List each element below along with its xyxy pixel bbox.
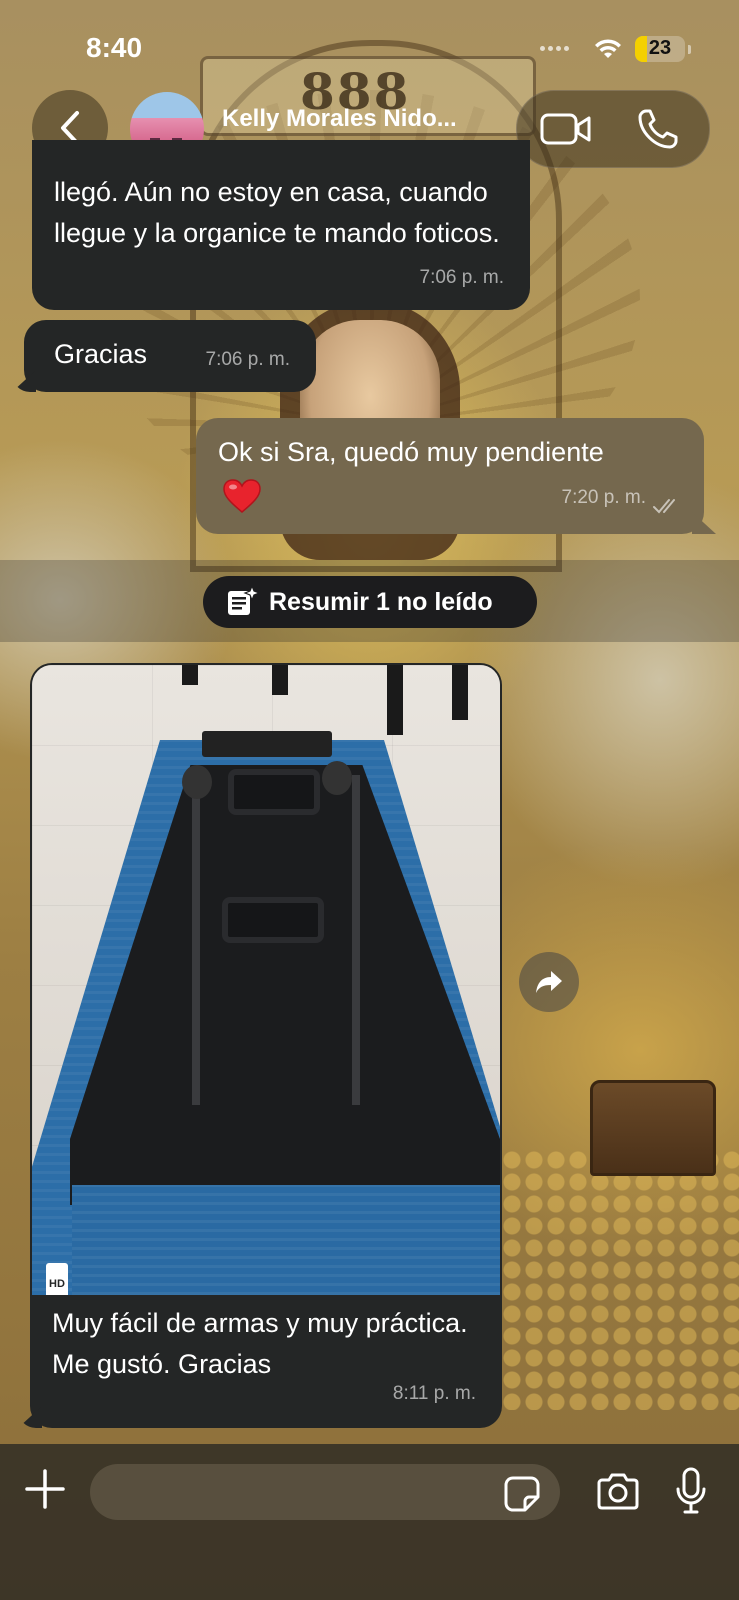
chat-screen: 888 8:40 23 Kelly Morales Nido... llegó.… xyxy=(0,0,739,1600)
status-bar: 8:40 23 xyxy=(0,0,739,88)
photo-chair-leg xyxy=(387,665,403,735)
forward-button[interactable] xyxy=(519,952,579,1012)
plus-icon xyxy=(25,1469,65,1509)
double-check-icon xyxy=(653,499,675,514)
photo-knob xyxy=(182,765,212,799)
photo-mat-front xyxy=(72,1185,500,1295)
sticker-icon xyxy=(504,1476,540,1512)
photo-chair-leg xyxy=(182,665,198,685)
home-indicator xyxy=(236,1572,504,1582)
message-text: llegó. Aún no estoy en casa, cuando lleg… xyxy=(54,177,500,248)
battery-level: 23 xyxy=(648,37,672,59)
photo-knob xyxy=(322,761,352,795)
camera-icon xyxy=(597,1473,639,1510)
message-composer xyxy=(0,1444,739,1600)
wallpaper-coins xyxy=(480,1150,739,1410)
photo-chair-leg xyxy=(272,665,288,695)
heart-emoji-icon xyxy=(223,479,261,513)
sticker-button[interactable] xyxy=(502,1474,542,1514)
message-time: 7:06 p. m. xyxy=(205,349,291,370)
photo-block xyxy=(202,731,332,757)
hd-badge: HD xyxy=(46,1263,68,1295)
photo-handle xyxy=(222,897,324,943)
status-time: 8:40 xyxy=(86,32,143,63)
video-call-button[interactable] xyxy=(539,109,593,149)
video-camera-icon xyxy=(540,113,591,145)
message-text: Ok si Sra, quedó muy pendiente xyxy=(218,437,604,467)
message-bubble-incoming[interactable]: llegó. Aún no estoy en casa, cuando lleg… xyxy=(32,140,530,310)
call-actions xyxy=(516,90,710,168)
summarize-sparkle-icon xyxy=(225,585,259,619)
attach-button[interactable] xyxy=(22,1466,68,1512)
contact-name[interactable]: Kelly Morales Nido... xyxy=(222,105,457,133)
message-bubble-outgoing[interactable]: Ok si Sra, quedó muy pendiente 7:20 p. m… xyxy=(196,418,716,534)
message-text: Gracias xyxy=(54,339,148,369)
summarize-unread-label: Resumir 1 no leído xyxy=(269,587,493,616)
photo-handle xyxy=(228,769,320,815)
battery-icon: 23 xyxy=(635,36,685,62)
wifi-icon xyxy=(595,39,621,58)
message-bubble-incoming[interactable]: Gracias 7:06 p. m. xyxy=(12,320,316,392)
microphone-icon xyxy=(676,1467,706,1514)
message-time: 7:20 p. m. xyxy=(561,487,647,508)
message-bubble-image[interactable]: HD Muy fácil de armas y muy práctica. Me… xyxy=(18,663,502,1428)
photo-rail xyxy=(352,775,360,1105)
voice-call-button[interactable] xyxy=(635,107,681,151)
message-input[interactable] xyxy=(90,1464,560,1520)
wallpaper-treasure-chest xyxy=(590,1080,716,1176)
message-time: 8:11 p. m. xyxy=(392,1383,476,1404)
camera-button[interactable] xyxy=(594,1470,642,1514)
photo-chair-leg xyxy=(452,665,468,720)
forward-arrow-icon xyxy=(536,971,562,993)
phone-icon xyxy=(638,109,678,149)
signal-dots-icon xyxy=(540,46,569,51)
message-photo[interactable]: HD xyxy=(32,665,500,1295)
voice-note-button[interactable] xyxy=(672,1466,710,1516)
battery-cap xyxy=(688,45,691,54)
photo-rail xyxy=(192,775,200,1105)
message-time: 7:06 p. m. xyxy=(419,267,505,288)
summarize-unread-button[interactable]: Resumir 1 no leído xyxy=(203,576,537,628)
